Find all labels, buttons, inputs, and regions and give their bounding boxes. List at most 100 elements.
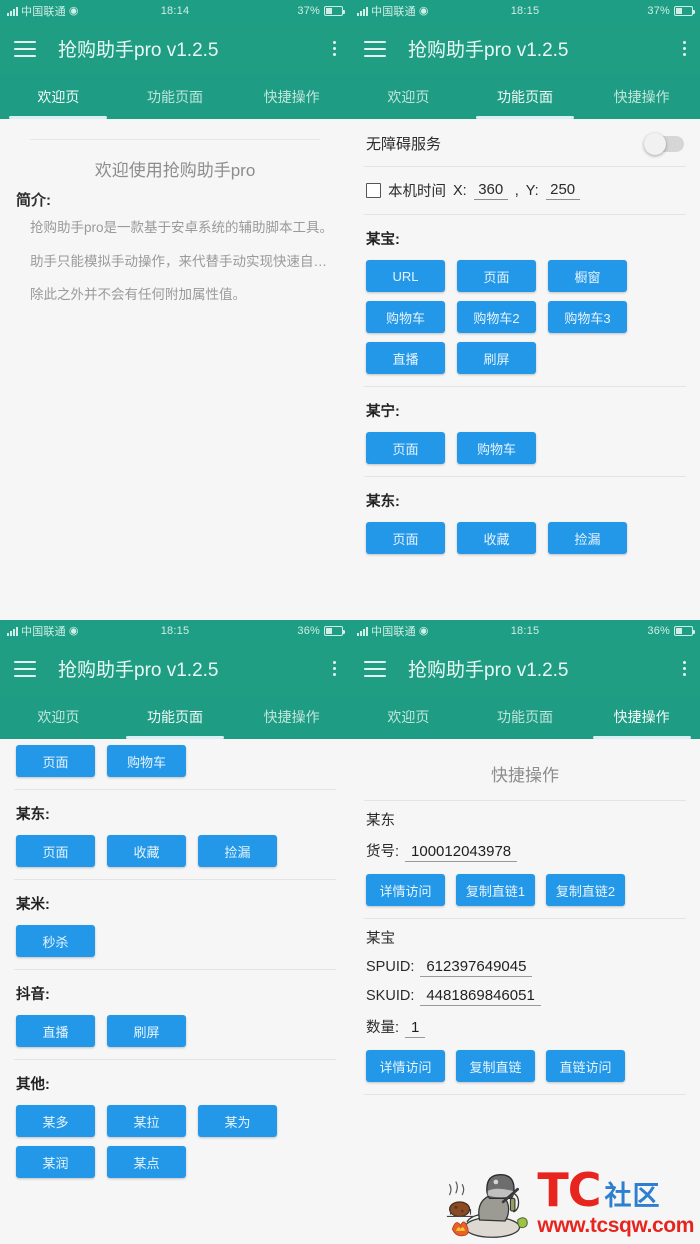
overflow-menu-icon[interactable] <box>333 661 336 676</box>
button-group-xiaomi: 秒杀 <box>0 914 350 969</box>
button-group-jd: 页面 收藏 捡漏 <box>0 824 350 879</box>
button-group-taobao: URL 页面 橱窗 购物车 购物车2 购物车3 直播 刷屏 <box>350 249 700 386</box>
action-button[interactable]: 刷屏 <box>107 1015 186 1047</box>
action-button[interactable]: 购物车 <box>457 432 536 464</box>
group-name-taobao: 某宝 <box>366 931 395 947</box>
action-button[interactable]: 收藏 <box>457 522 536 554</box>
tab-welcome[interactable]: 欢迎页 <box>350 695 467 739</box>
action-button[interactable]: 某多 <box>16 1105 95 1137</box>
action-button[interactable]: 捡漏 <box>548 522 627 554</box>
menu-icon[interactable] <box>364 40 386 57</box>
tab-quick-ops[interactable]: 快捷操作 <box>233 695 350 739</box>
battery-percent: 36% <box>297 625 320 637</box>
tab-quick-ops[interactable]: 快捷操作 <box>233 75 350 119</box>
action-button[interactable]: 刷屏 <box>457 342 536 374</box>
action-button[interactable]: URL <box>366 260 445 292</box>
overflow-menu-icon[interactable] <box>683 41 686 56</box>
action-button[interactable]: 页面 <box>16 835 95 867</box>
tab-functions[interactable]: 功能页面 <box>117 695 234 739</box>
action-button[interactable]: 详情访问 <box>366 1050 445 1082</box>
quantity-input[interactable]: 1 <box>405 1019 426 1038</box>
tab-welcome[interactable]: 欢迎页 <box>0 75 117 119</box>
tab-quick-ops[interactable]: 快捷操作 <box>583 695 700 739</box>
accessibility-service-row: 无障碍服务 <box>350 119 700 166</box>
battery-percent: 37% <box>647 5 670 17</box>
action-button[interactable]: 橱窗 <box>548 260 627 292</box>
mascot-icon <box>447 1174 529 1238</box>
field-spuid: SPUID: 612397649045 <box>350 948 700 977</box>
action-button[interactable]: 页面 <box>366 432 445 464</box>
action-button[interactable]: 直链访问 <box>546 1050 625 1082</box>
carrier-label: 中国联通 <box>21 626 66 638</box>
tab-bar: 欢迎页 功能页面 快捷操作 <box>0 695 350 739</box>
status-time: 18:15 <box>160 625 190 637</box>
panel-top-right: 中国联通 ◉ 18:15 37% 抢购助手pro v1.2.5 欢迎页 功能页面… <box>350 0 700 620</box>
battery-percent: 37% <box>297 5 320 17</box>
overflow-menu-icon[interactable] <box>333 41 336 56</box>
watermark-text: TC 社区 www.tcsqw.com <box>537 1167 694 1236</box>
wifi-icon: ◉ <box>68 624 79 637</box>
action-button[interactable]: 购物车2 <box>457 301 536 333</box>
wifi-icon: ◉ <box>418 4 429 17</box>
watermark-top-row: TC 社区 <box>537 1167 694 1213</box>
action-button[interactable]: 购物车 <box>107 745 186 777</box>
battery-icon <box>324 626 345 636</box>
field-label: 货号: <box>366 844 400 860</box>
tab-functions[interactable]: 功能页面 <box>467 75 584 119</box>
function-content-scrolled: 页面 购物车 某东: 页面 收藏 捡漏 某米: 秒杀 抖音: 直播 刷屏 其他:… <box>0 739 350 1244</box>
action-button[interactable]: 秒杀 <box>16 925 95 957</box>
action-button[interactable]: 页面 <box>16 745 95 777</box>
field-sku-code: 货号: 100012043978 <box>350 830 700 862</box>
action-button[interactable]: 直播 <box>366 342 445 374</box>
overflow-menu-icon[interactable] <box>683 661 686 676</box>
action-button[interactable]: 购物车3 <box>548 301 627 333</box>
status-bar: 中国联通 ◉ 18:15 36% <box>350 620 700 642</box>
tab-quick-ops[interactable]: 快捷操作 <box>583 75 700 119</box>
action-button[interactable]: 某润 <box>16 1146 95 1178</box>
action-button[interactable]: 页面 <box>457 260 536 292</box>
menu-icon[interactable] <box>14 40 36 57</box>
action-button[interactable]: 复制直链2 <box>546 874 625 906</box>
action-button[interactable]: 直播 <box>16 1015 95 1047</box>
menu-icon[interactable] <box>14 660 36 677</box>
action-button[interactable]: 详情访问 <box>366 874 445 906</box>
action-button[interactable]: 某点 <box>107 1146 186 1178</box>
status-time: 18:15 <box>510 625 540 637</box>
button-group-other: 某多 某拉 某为 某润 某点 <box>0 1094 350 1190</box>
menu-icon[interactable] <box>364 660 386 677</box>
accessibility-service-toggle[interactable] <box>644 132 684 155</box>
signal-icon <box>357 6 368 16</box>
y-input[interactable]: 250 <box>545 181 580 200</box>
status-right: 36% <box>189 625 345 637</box>
action-button[interactable]: 某为 <box>198 1105 277 1137</box>
page-title: 快捷操作 <box>491 766 559 785</box>
skuid-input[interactable]: 4481869846051 <box>420 987 541 1006</box>
x-input[interactable]: 360 <box>473 181 508 200</box>
tab-welcome[interactable]: 欢迎页 <box>350 75 467 119</box>
local-time-checkbox[interactable] <box>366 183 381 198</box>
intro-paragraph: 除此之外并不会有任何附加属性值。 <box>30 287 246 303</box>
signal-icon <box>357 626 368 636</box>
action-button[interactable]: 复制直链 <box>456 1050 535 1082</box>
action-button[interactable]: 复制直链1 <box>456 874 535 906</box>
action-button[interactable]: 页面 <box>366 522 445 554</box>
tab-functions[interactable]: 功能页面 <box>117 75 234 119</box>
action-button[interactable]: 捡漏 <box>198 835 277 867</box>
status-bar: 中国联通 ◉ 18:14 37% <box>0 0 350 22</box>
screenshot-grid: 中国联通 ◉ 18:14 37% 抢购助手pro v1.2.5 欢迎页 功能页面… <box>0 0 700 1244</box>
sku-code-input[interactable]: 100012043978 <box>405 843 518 862</box>
action-button[interactable]: 收藏 <box>107 835 186 867</box>
tab-functions[interactable]: 功能页面 <box>467 695 584 739</box>
action-button[interactable]: 购物车 <box>366 301 445 333</box>
status-left: 中国联通 ◉ <box>7 3 161 19</box>
tab-welcome[interactable]: 欢迎页 <box>0 695 117 739</box>
watermark-url: www.tcsqw.com <box>537 1213 694 1237</box>
tab-bar: 欢迎页 功能页面 快捷操作 <box>350 75 700 119</box>
carrier-label: 中国联通 <box>371 6 416 18</box>
action-button[interactable]: 某拉 <box>107 1105 186 1137</box>
button-group-douyin: 直播 刷屏 <box>0 1004 350 1059</box>
section-title-xiaomi: 某米: <box>16 897 50 913</box>
section-title-douyin: 抖音: <box>16 987 50 1003</box>
spuid-input[interactable]: 612397649045 <box>420 958 533 977</box>
app-bar: 抢购助手pro v1.2.5 <box>0 22 350 75</box>
